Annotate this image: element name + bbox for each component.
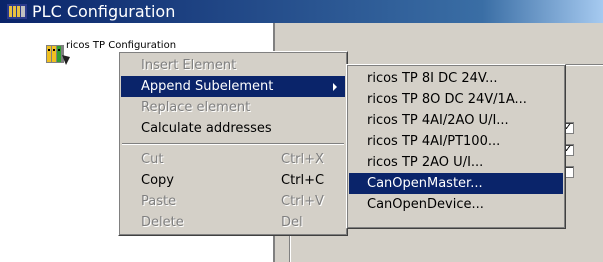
menu-item-label: Copy bbox=[141, 173, 174, 188]
menu-item-label: ricos TP 4AI/PT100... bbox=[367, 134, 501, 149]
menu-item-label: Delete bbox=[141, 215, 184, 230]
plc-config-icon bbox=[7, 4, 27, 19]
submenu-item-8o-dc24v[interactable]: ricos TP 8O DC 24V/1A... bbox=[349, 89, 563, 110]
menu-item-label: Insert Element bbox=[141, 58, 237, 73]
menu-item-calculate-addresses[interactable]: Calculate addresses bbox=[121, 118, 345, 139]
menu-item-label: ricos TP 4AI/2AO U/I... bbox=[367, 113, 509, 128]
menu-item-label: Replace element bbox=[141, 100, 251, 115]
menu-item-label: CanOpenMaster... bbox=[367, 176, 483, 191]
menu-item-append-subelement[interactable]: Append Subelement bbox=[121, 76, 345, 97]
menu-item-label: Calculate addresses bbox=[141, 121, 272, 136]
menu-item-delete[interactable]: Delete Del bbox=[121, 212, 345, 233]
menu-item-paste[interactable]: Paste Ctrl+V bbox=[121, 191, 345, 212]
menu-item-label: ricos TP 2AO U/I... bbox=[367, 155, 484, 170]
menu-item-label: Append Subelement bbox=[141, 79, 274, 94]
submenu-item-canopen-master[interactable]: CanOpenMaster... bbox=[349, 173, 563, 194]
menu-item-shortcut: Ctrl+V bbox=[281, 194, 324, 209]
menu-item-label: ricos TP 8O DC 24V/1A... bbox=[367, 92, 527, 107]
menu-item-shortcut: Ctrl+C bbox=[281, 173, 325, 188]
submenu-item-8i-dc24v[interactable]: ricos TP 8I DC 24V... bbox=[349, 68, 563, 89]
menu-item-label: Cut bbox=[141, 152, 164, 167]
menu-item-insert-element[interactable]: Insert Element bbox=[121, 55, 345, 76]
menu-item-label: Paste bbox=[141, 194, 177, 209]
submenu-item-2ao[interactable]: ricos TP 2AO U/I... bbox=[349, 152, 563, 173]
menu-item-copy[interactable]: Copy Ctrl+C bbox=[121, 170, 345, 191]
menu-item-label: ricos TP 8I DC 24V... bbox=[367, 71, 498, 86]
submenu-arrow-icon bbox=[333, 83, 337, 91]
submenu-item-4ai-2ao[interactable]: ricos TP 4AI/2AO U/I... bbox=[349, 110, 563, 131]
menu-item-replace-element[interactable]: Replace element bbox=[121, 97, 345, 118]
submenu-item-canopen-device[interactable]: CanOpenDevice... bbox=[349, 194, 563, 215]
tree-root-item[interactable]: ricos TP Configuration bbox=[66, 40, 194, 51]
menu-item-shortcut: Del bbox=[281, 215, 303, 230]
menu-item-cut[interactable]: Cut Ctrl+X bbox=[121, 149, 345, 170]
window-titlebar: PLC Configuration bbox=[0, 0, 603, 23]
menu-separator bbox=[122, 143, 344, 145]
submenu-item-4ai-pt100[interactable]: ricos TP 4AI/PT100... bbox=[349, 131, 563, 152]
window-title: PLC Configuration bbox=[32, 2, 176, 21]
context-menu: Insert Element Append Subelement Replace… bbox=[118, 51, 348, 236]
menu-item-label: CanOpenDevice... bbox=[367, 197, 484, 212]
menu-item-shortcut: Ctrl+X bbox=[281, 152, 324, 167]
append-subelement-submenu: ricos TP 8I DC 24V... ricos TP 8O DC 24V… bbox=[346, 64, 566, 229]
